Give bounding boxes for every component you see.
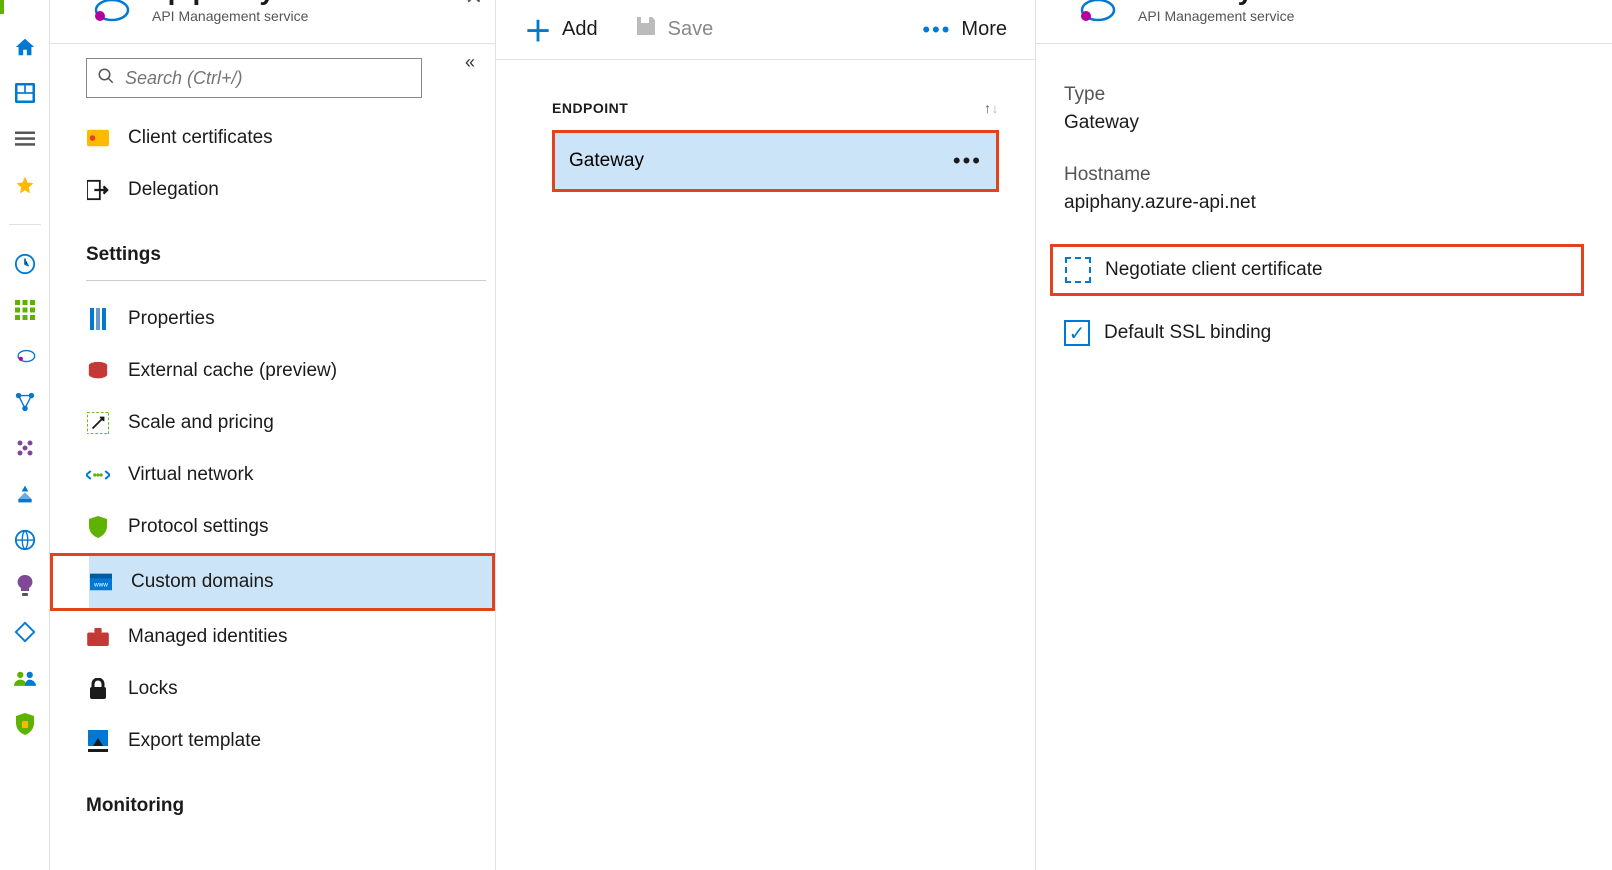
globe-icon[interactable] [14, 529, 36, 551]
nav-separator [86, 280, 486, 281]
clock-icon[interactable] [14, 253, 36, 275]
accent-bar [0, 0, 4, 14]
plus-icon: ＋ [524, 10, 552, 50]
add-label: Add [562, 18, 598, 41]
lightbulb-icon[interactable] [14, 575, 36, 597]
sort-icon[interactable]: ↑↓ [984, 100, 999, 116]
svg-text:www: www [93, 582, 108, 589]
ellipsis-icon: ••• [922, 17, 951, 43]
star-icon[interactable] [14, 174, 36, 196]
detail-body: Type Gateway Hostname apiphany.azure-api… [1036, 44, 1612, 370]
diamond-icon[interactable] [14, 621, 36, 643]
dashboard-icon[interactable] [14, 82, 36, 104]
delegation-icon [86, 178, 110, 202]
negotiate-label: Negotiate client certificate [1105, 259, 1323, 281]
save-button[interactable]: Save [634, 14, 714, 45]
hostname-label: Hostname [1064, 164, 1584, 186]
save-icon [634, 14, 658, 45]
endpoint-table: ENDPOINT ↑↓ Gateway ••• [496, 60, 1035, 192]
export-icon [86, 729, 110, 753]
type-value: Gateway [1064, 112, 1584, 134]
nav-custom-domains[interactable]: www Custom domains [89, 556, 492, 608]
scale-icon [86, 411, 110, 435]
nav-item-label: External cache (preview) [128, 360, 337, 382]
left-icon-rail [0, 0, 50, 870]
detail-subtitle: API Management service [1138, 8, 1294, 24]
nav-item-label: Export template [128, 730, 261, 752]
save-label: Save [668, 18, 714, 41]
vnet-icon [86, 463, 110, 487]
negotiate-client-cert-checkbox[interactable] [1065, 257, 1091, 283]
table-header-row[interactable]: ENDPOINT ↑↓ [552, 100, 999, 130]
detail-header: Gateway API Management service [1036, 0, 1612, 44]
www-icon: www [89, 570, 113, 594]
check-icon: ✓ [1069, 321, 1086, 346]
nav-locks[interactable]: Locks [86, 663, 495, 715]
certificate-icon [86, 126, 110, 150]
highlight-negotiate-checkbox: Negotiate client certificate [1050, 244, 1584, 296]
detail-pane: Gateway API Management service Type Gate… [1036, 0, 1612, 870]
lock-icon [86, 677, 110, 701]
detail-title: Gateway [1138, 0, 1294, 6]
nav-properties[interactable]: Properties [86, 293, 495, 345]
highlight-gateway-row: Gateway ••• [552, 130, 999, 192]
nav-delegation[interactable]: Delegation [86, 164, 495, 216]
nav-item-label: Delegation [128, 179, 219, 201]
nav-item-label: Custom domains [131, 571, 274, 593]
nav-search[interactable] [86, 58, 422, 98]
shield-icon[interactable] [14, 713, 36, 735]
highlight-custom-domains: www Custom domains [50, 553, 495, 611]
table-row[interactable]: Gateway ••• [555, 133, 996, 189]
default-ssl-label: Default SSL binding [1104, 322, 1271, 344]
cluster-icon[interactable] [14, 437, 36, 459]
list-icon[interactable] [14, 128, 36, 150]
nav-item-label: Scale and pricing [128, 412, 274, 434]
default-ssl-row: ✓ Default SSL binding [1064, 320, 1584, 346]
cache-icon [86, 359, 110, 383]
nav-item-label: Protocol settings [128, 516, 268, 538]
nav-virtual-network[interactable]: Virtual network [86, 449, 495, 501]
column-header-endpoint: ENDPOINT [552, 100, 628, 116]
home-icon[interactable] [14, 36, 36, 58]
search-input[interactable] [125, 68, 411, 89]
collapse-nav-button[interactable]: « [465, 52, 475, 73]
nav-items: Client certificates Delegation Settings … [50, 98, 495, 823]
more-button[interactable]: ••• More [922, 17, 1007, 43]
nav-export-template[interactable]: Export template [86, 715, 495, 767]
nav-item-label: Managed identities [128, 626, 288, 648]
briefcase-icon [86, 625, 110, 649]
type-label: Type [1064, 84, 1584, 106]
resource-nav-column: apiphany - Custom domains API Management… [50, 0, 496, 870]
nav-item-label: Client certificates [128, 127, 273, 149]
row-context-menu-button[interactable]: ••• [953, 148, 982, 174]
nav-section-settings: Settings [86, 216, 495, 272]
more-label: More [961, 18, 1007, 41]
nav-header: apiphany - Custom domains API Management… [50, 0, 495, 44]
network-icon[interactable] [14, 391, 36, 413]
add-button[interactable]: ＋ Add [524, 10, 598, 50]
nav-client-certificates[interactable]: Client certificates [86, 112, 495, 164]
hostname-value: apiphany.azure-api.net [1064, 192, 1584, 214]
nav-protocol-settings[interactable]: Protocol settings [86, 501, 495, 553]
endpoint-name: Gateway [569, 150, 644, 172]
close-button[interactable]: ✕ [461, 0, 487, 14]
nav-section-monitoring: Monitoring [86, 767, 495, 823]
storage-icon[interactable] [14, 483, 36, 505]
nav-item-label: Properties [128, 308, 215, 330]
protocol-icon [86, 515, 110, 539]
nav-external-cache[interactable]: External cache (preview) [86, 345, 495, 397]
nav-item-label: Locks [128, 678, 178, 700]
grid-apps-icon[interactable] [14, 299, 36, 321]
cloud-icon[interactable] [14, 345, 36, 367]
search-icon [97, 67, 115, 90]
rail-divider [9, 224, 41, 225]
properties-icon [86, 307, 110, 331]
nav-scale-pricing[interactable]: Scale and pricing [86, 397, 495, 449]
endpoint-list-column: ＋ Add Save ••• More ENDPOINT ↑↓ Gateway … [496, 0, 1036, 870]
default-ssl-checkbox[interactable]: ✓ [1064, 320, 1090, 346]
nav-item-label: Virtual network [128, 464, 253, 486]
toolbar: ＋ Add Save ••• More [496, 0, 1035, 60]
users-icon[interactable] [14, 667, 36, 689]
nav-managed-identities[interactable]: Managed identities [86, 611, 495, 663]
